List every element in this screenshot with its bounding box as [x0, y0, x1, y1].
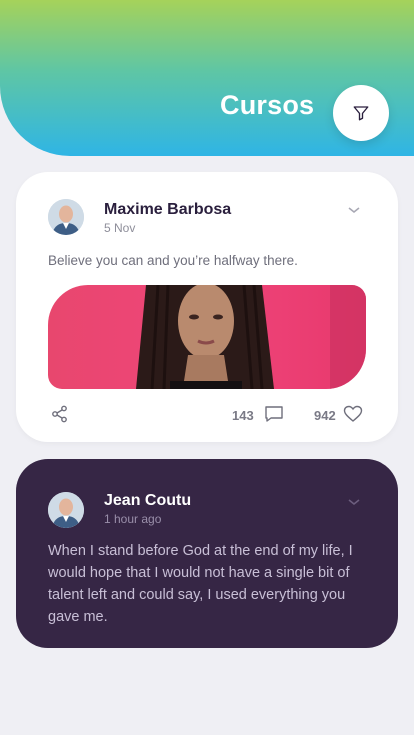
post-text: Believe you can and you’re halfway there…: [48, 253, 298, 268]
avatar[interactable]: [48, 492, 84, 528]
post-image[interactable]: [48, 285, 366, 389]
post-date: 1 hour ago: [104, 512, 162, 526]
chevron-down-icon[interactable]: [347, 205, 361, 215]
comment-icon[interactable]: [264, 405, 284, 423]
post-card: Jean Coutu 1 hour ago When I stand befor…: [16, 459, 398, 648]
header: Cursos: [0, 0, 414, 156]
share-icon[interactable]: [51, 405, 69, 423]
page-title: Cursos: [220, 90, 315, 120]
post-card: Maxime Barbosa 5 Nov Believe you can and…: [16, 172, 398, 442]
filter-icon: [353, 106, 369, 121]
comments-count: 143: [232, 408, 254, 423]
author-name[interactable]: Jean Coutu: [104, 492, 191, 510]
chevron-down-icon[interactable]: [347, 497, 361, 507]
likes-count: 942: [314, 408, 336, 423]
post-text: When I stand before God at the end of my…: [48, 543, 353, 625]
post-date: 5 Nov: [104, 221, 136, 235]
heart-icon[interactable]: [343, 405, 363, 423]
author-name[interactable]: Maxime Barbosa: [104, 201, 231, 219]
avatar[interactable]: [48, 199, 84, 235]
filter-button[interactable]: [333, 85, 389, 141]
